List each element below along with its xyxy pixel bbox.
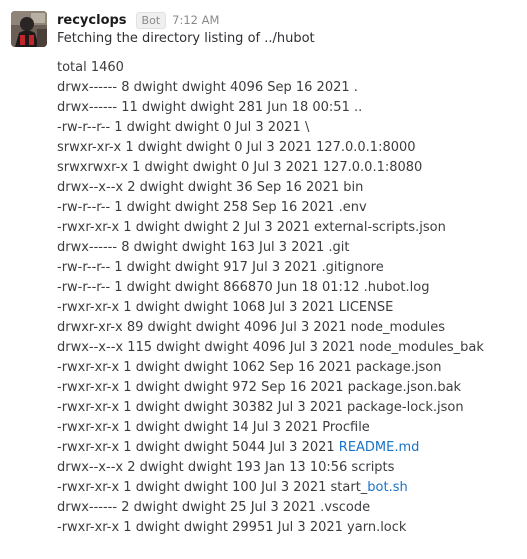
listing-line: -rwxr-xr-x 1 dwight dwight 14 Jul 3 2021… [57, 418, 484, 438]
listing-line-text: -rw-r--r-- 1 dwight dwight 917 Jul 3 202… [57, 260, 384, 275]
listing-line-text: drwx------ 8 dwight dwight 4096 Sep 16 2… [57, 80, 358, 95]
listing-line: total 1460 [57, 58, 484, 78]
message-intro: Fetching the directory listing of ../hub… [57, 31, 315, 46]
listing-line-text: drwxr-xr-x 89 dwight dwight 4096 Jul 3 2… [57, 320, 446, 335]
listing-line-text: drwx--x--x 2 dwight dwight 193 Jan 13 10… [57, 460, 395, 475]
message-timestamp[interactable]: 7:12 AM [172, 13, 219, 27]
listing-line: drwx------ 2 dwight dwight 25 Jul 3 2021… [57, 498, 484, 518]
listing-line-text: drwx------ 8 dwight dwight 163 Jul 3 202… [57, 240, 350, 255]
username[interactable]: recyclops [57, 13, 127, 28]
directory-listing: total 1460 drwx------ 8 dwight dwight 409… [57, 58, 484, 538]
chat-message: recyclops Bot 7:12 AM Fetching the direc… [0, 0, 527, 559]
listing-line-text: drwx------ 2 dwight dwight 25 Jul 3 2021… [57, 500, 371, 515]
listing-line: -rwxr-xr-x 1 dwight dwight 5044 Jul 3 20… [57, 438, 484, 458]
listing-line-text: -rwxr-xr-x 1 dwight dwight 100 Jul 3 202… [57, 480, 368, 495]
listing-line-text: -rwxr-xr-x 1 dwight dwight 30382 Jul 3 2… [57, 400, 464, 415]
bot-avatar[interactable] [11, 11, 47, 47]
listing-line: -rwxr-xr-x 1 dwight dwight 30382 Jul 3 2… [57, 398, 484, 418]
listing-line-text: -rwxr-xr-x 1 dwight dwight 14 Jul 3 2021… [57, 420, 370, 435]
listing-line-text: drwx--x--x 2 dwight dwight 36 Sep 16 202… [57, 180, 364, 195]
listing-line-text: -rwxr-xr-x 1 dwight dwight 2 Jul 3 2021 … [57, 220, 446, 235]
listing-line: -rw-r--r-- 1 dwight dwight 258 Sep 16 20… [57, 198, 484, 218]
listing-line: -rw-r--r-- 1 dwight dwight 917 Jul 3 202… [57, 258, 484, 278]
file-link[interactable]: bot.sh [367, 480, 407, 495]
listing-line-text: -rw-r--r-- 1 dwight dwight 0 Jul 3 2021 … [57, 120, 310, 135]
listing-line: drwx------ 11 dwight dwight 281 Jun 18 0… [57, 98, 484, 118]
listing-line: drwxr-xr-x 89 dwight dwight 4096 Jul 3 2… [57, 318, 484, 338]
listing-line: srwxrwxr-x 1 dwight dwight 0 Jul 3 2021 … [57, 158, 484, 178]
listing-line-text: total 1460 [57, 60, 124, 75]
listing-line-text: drwx------ 11 dwight dwight 281 Jun 18 0… [57, 100, 363, 115]
listing-line-text: -rwxr-xr-x 1 dwight dwight 5044 Jul 3 20… [57, 440, 339, 455]
listing-line-text: -rwxr-xr-x 1 dwight dwight 1062 Sep 16 2… [57, 360, 442, 375]
listing-line: -rw-r--r-- 1 dwight dwight 0 Jul 3 2021 … [57, 118, 484, 138]
listing-line: drwx------ 8 dwight dwight 163 Jul 3 202… [57, 238, 484, 258]
listing-line: -rwxr-xr-x 1 dwight dwight 1062 Sep 16 2… [57, 358, 484, 378]
listing-line-text: -rw-r--r-- 1 dwight dwight 258 Sep 16 20… [57, 200, 367, 215]
listing-line: -rwxr-xr-x 1 dwight dwight 972 Sep 16 20… [57, 378, 484, 398]
listing-line-text: -rwxr-xr-x 1 dwight dwight 29951 Jul 3 2… [57, 520, 407, 535]
bot-badge: Bot [135, 11, 167, 29]
listing-line: drwx--x--x 2 dwight dwight 36 Sep 16 202… [57, 178, 484, 198]
listing-line-text: drwx--x--x 115 dwight dwight 4096 Jul 3 … [57, 340, 484, 355]
listing-line-text: srwxrwxr-x 1 dwight dwight 0 Jul 3 2021 … [57, 160, 423, 175]
listing-line: drwx------ 8 dwight dwight 4096 Sep 16 2… [57, 78, 484, 98]
avatar-image [11, 11, 47, 47]
listing-line: -rw-r--r-- 1 dwight dwight 866870 Jun 18… [57, 278, 484, 298]
listing-line: -rwxr-xr-x 1 dwight dwight 29951 Jul 3 2… [57, 518, 484, 538]
listing-line-text: -rwxr-xr-x 1 dwight dwight 1068 Jul 3 20… [57, 300, 394, 315]
listing-line-text: srwxr-xr-x 1 dwight dwight 0 Jul 3 2021 … [57, 140, 416, 155]
listing-line: drwx--x--x 115 dwight dwight 4096 Jul 3 … [57, 338, 484, 358]
message-header: recyclops Bot 7:12 AM [57, 11, 219, 29]
listing-line-text: -rw-r--r-- 1 dwight dwight 866870 Jun 18… [57, 280, 430, 295]
listing-line-text: -rwxr-xr-x 1 dwight dwight 972 Sep 16 20… [57, 380, 462, 395]
listing-line: srwxr-xr-x 1 dwight dwight 0 Jul 3 2021 … [57, 138, 484, 158]
listing-line: -rwxr-xr-x 1 dwight dwight 2 Jul 3 2021 … [57, 218, 484, 238]
listing-line: drwx--x--x 2 dwight dwight 193 Jan 13 10… [57, 458, 484, 478]
file-link[interactable]: README.md [339, 440, 420, 455]
listing-line: -rwxr-xr-x 1 dwight dwight 1068 Jul 3 20… [57, 298, 484, 318]
listing-line: -rwxr-xr-x 1 dwight dwight 100 Jul 3 202… [57, 478, 484, 498]
